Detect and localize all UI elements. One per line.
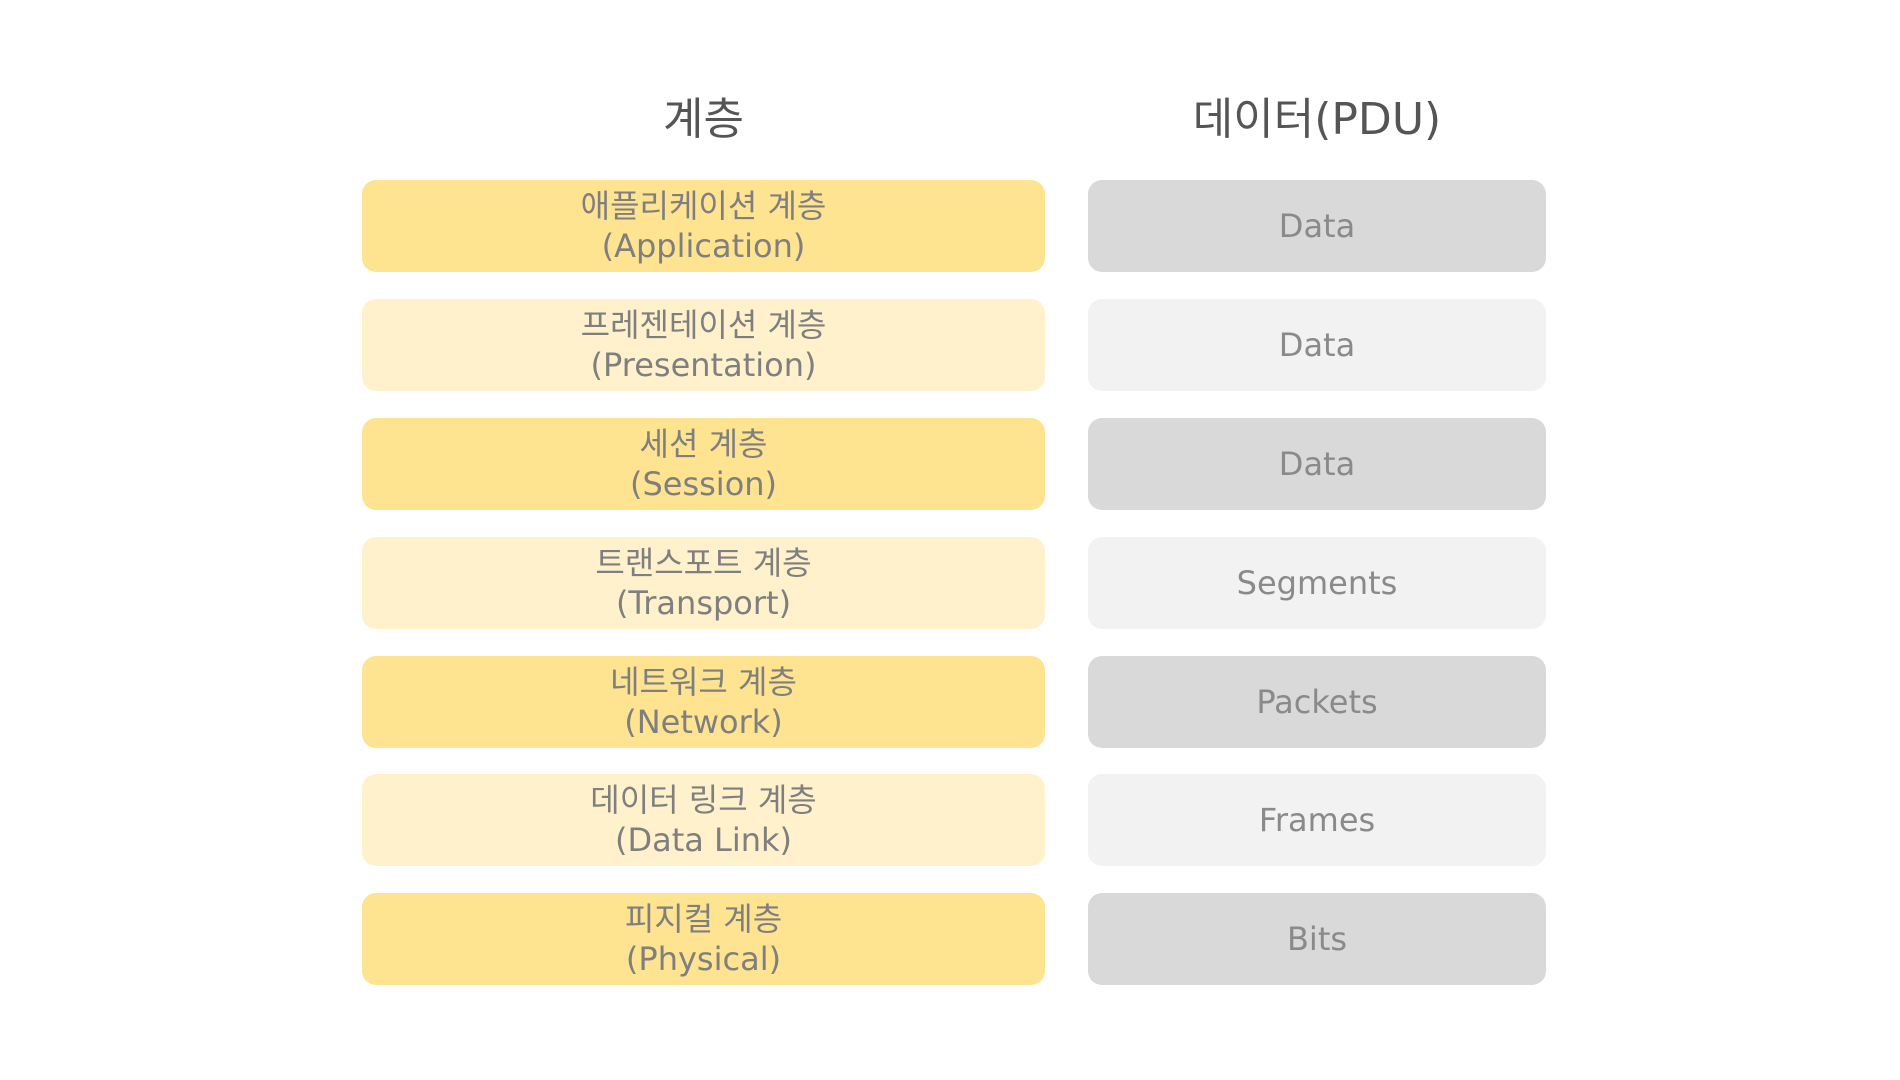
layer-row-session: 세션 계층 (Session) Data [362,418,1546,510]
layer-name-en: (Session) [629,465,778,503]
layer-name-en: (Network) [624,703,783,741]
layer-column-header: 계층 [663,94,744,145]
layer-name-ko: 애플리케이션 계층 [580,187,827,225]
layer-box-transport: 트랜스포트 계층 (Transport) [362,537,1045,629]
layer-row-application: 애플리케이션 계층 (Application) Data [362,180,1546,272]
layer-box-application: 애플리케이션 계층 (Application) [362,180,1045,272]
pdu-box-physical: Bits [1088,893,1546,985]
layer-name-en: (Application) [601,227,806,265]
pdu-box-application: Data [1088,180,1546,272]
pdu-box-data-link: Frames [1088,774,1546,866]
layer-name-en: (Physical) [625,940,782,978]
pdu-box-transport: Segments [1088,537,1546,629]
layer-box-physical: 피지컬 계층 (Physical) [362,893,1045,985]
layer-box-presentation: 프레젠테이션 계층 (Presentation) [362,299,1045,391]
layer-name-en: (Data Link) [614,821,793,859]
layer-name-ko: 세션 계층 [639,425,768,463]
layer-name-ko: 트랜스포트 계층 [595,544,812,582]
layer-row-physical: 피지컬 계층 (Physical) Bits [362,893,1546,985]
pdu-box-session: Data [1088,418,1546,510]
layer-name-ko: 네트워크 계층 [610,663,797,701]
layer-row-network: 네트워크 계층 (Network) Packets [362,656,1546,748]
layer-row-data-link: 데이터 링크 계층 (Data Link) Frames [362,774,1546,866]
pdu-box-network: Packets [1088,656,1546,748]
layer-name-ko: 피지컬 계층 [624,900,783,938]
layer-name-en: (Presentation) [590,346,817,384]
layer-box-session: 세션 계층 (Session) [362,418,1045,510]
layer-name-ko: 데이터 링크 계층 [590,781,817,819]
layer-name-en: (Transport) [615,584,792,622]
layer-box-network: 네트워크 계층 (Network) [362,656,1045,748]
layer-box-data-link: 데이터 링크 계층 (Data Link) [362,774,1045,866]
layer-row-presentation: 프레젠테이션 계층 (Presentation) Data [362,299,1546,391]
layer-row-transport: 트랜스포트 계층 (Transport) Segments [362,537,1546,629]
pdu-column-header: 데이터(PDU) [1192,94,1442,145]
pdu-box-presentation: Data [1088,299,1546,391]
layer-name-ko: 프레젠테이션 계층 [580,306,827,344]
